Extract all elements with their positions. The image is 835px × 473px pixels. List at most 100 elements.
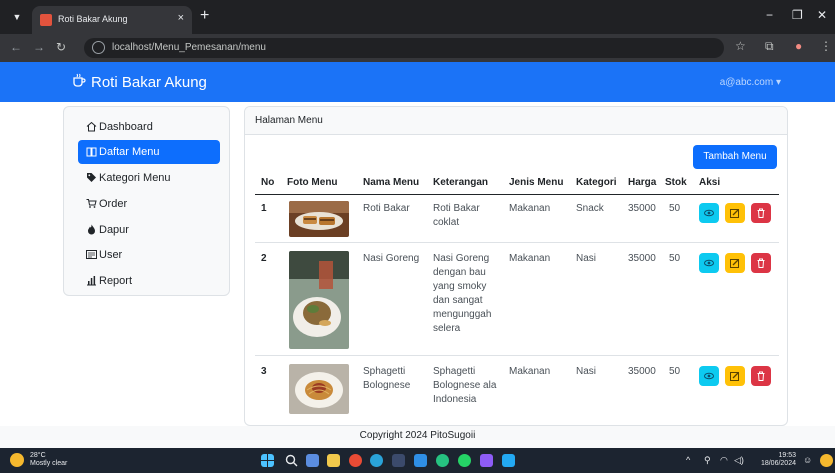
column-header: Harga (628, 177, 657, 188)
sidebar-item-user[interactable]: User (78, 243, 220, 267)
column-header: Stok (665, 177, 687, 188)
menu-name: Sphagetti Bolognese (363, 366, 411, 391)
sidebar-item-label: User (99, 249, 123, 261)
tab-close-icon[interactable]: × (178, 12, 184, 24)
sidebar-item-label: Daftar Menu (99, 146, 160, 158)
menu-photo (289, 201, 349, 237)
tab-title: Roti Bakar Akung (58, 14, 128, 24)
sidebar-item-daftar-menu[interactable]: Daftar Menu (78, 140, 220, 164)
sidebar: Dashboard Daftar Menu Kategori Menu Orde… (63, 106, 230, 296)
spotify-icon[interactable] (436, 454, 449, 467)
copyright-text: Copyright 2024 PitoSugoii (359, 430, 476, 441)
edit-icon (730, 259, 739, 268)
row-number: 1 (261, 203, 267, 214)
sidebar-item-kategori-menu[interactable]: Kategori Menu (78, 166, 220, 190)
trash-icon (757, 258, 765, 268)
copilot-icon[interactable] (820, 454, 833, 467)
brand-title[interactable]: Roti Bakar Akung (91, 74, 207, 91)
trash-icon (757, 371, 765, 381)
site-info-icon[interactable] (92, 41, 105, 54)
bookmark-star-icon[interactable]: ☆ (735, 39, 746, 53)
sidebar-item-label: Dashboard (99, 121, 153, 133)
chrome-icon[interactable] (349, 454, 362, 467)
edit-button[interactable] (725, 203, 745, 223)
row-number: 3 (261, 366, 267, 377)
url-input[interactable]: localhost/Menu_Pemesanan/menu (84, 38, 724, 58)
back-icon[interactable]: ← (10, 40, 22, 54)
card-header: Halaman Menu (245, 107, 787, 135)
edit-button[interactable] (725, 366, 745, 386)
whatsapp-icon[interactable] (458, 454, 471, 467)
eye-icon (704, 372, 714, 380)
menu-price: 35000 (628, 203, 656, 214)
browser-menu-icon[interactable]: ⋮ (820, 39, 832, 53)
weather-temperature: 28°C (30, 452, 46, 459)
tab-search-icon[interactable]: ▼ (8, 9, 26, 25)
column-header: Keterangan (433, 177, 489, 188)
cart-icon (86, 199, 97, 208)
sidebar-item-dapur[interactable]: Dapur (78, 218, 220, 242)
windows-start-icon[interactable] (261, 454, 274, 467)
extensions-icon[interactable]: ⧉ (765, 39, 774, 54)
file-explorer-icon[interactable] (327, 454, 340, 467)
menu-stock: 50 (669, 253, 681, 264)
address-bar-row: ← → ↻ localhost/Menu_Pemesanan/menu ☆ ⧉ … (0, 34, 835, 62)
chart-icon (87, 276, 96, 286)
notification-icon[interactable]: ☺ (803, 455, 812, 465)
calculator-icon[interactable] (392, 454, 405, 467)
sidebar-item-report[interactable]: Report (78, 269, 220, 293)
os-taskbar: 28°C Mostly clear ^ ⚲ ◠ ◁) 19:53 18/06/2… (0, 448, 835, 473)
weather-moon-icon[interactable] (10, 453, 24, 467)
delete-button[interactable] (751, 366, 771, 386)
taskbar-clock[interactable]: 19:53 18/06/2024 (752, 452, 796, 468)
wifi-icon[interactable]: ◠ (720, 455, 728, 466)
menu-name: Roti Bakar (363, 203, 410, 214)
new-tab-icon[interactable]: + (200, 7, 209, 25)
profile-icon[interactable]: ● (795, 39, 802, 53)
column-header: Kategori (576, 177, 617, 188)
clock-time: 19:53 (778, 452, 796, 459)
page-footer: Copyright 2024 PitoSugoii (0, 426, 835, 448)
tray-usb-icon[interactable]: ⚲ (704, 455, 711, 466)
browser-tab[interactable]: Roti Bakar Akung × (32, 6, 192, 34)
sidebar-item-dashboard[interactable]: Dashboard (78, 115, 220, 139)
add-menu-button[interactable]: Tambah Menu (693, 145, 777, 169)
forward-icon[interactable]: → (33, 40, 45, 54)
menu-description: Sphagetti Bolognese ala Indonesia (433, 366, 497, 405)
edit-icon (730, 372, 739, 381)
row-number: 2 (261, 253, 267, 264)
edit-button[interactable] (725, 253, 745, 273)
delete-button[interactable] (751, 203, 771, 223)
user-dropdown[interactable]: a@abc.com ▾ (720, 77, 781, 88)
menu-type: Makanan (509, 253, 551, 264)
menu-stock: 50 (669, 203, 681, 214)
task-view-icon[interactable] (306, 454, 319, 467)
sidebar-item-order[interactable]: Order (78, 192, 220, 216)
column-header: Aksi (699, 177, 721, 188)
volume-icon[interactable]: ◁) (734, 455, 744, 466)
restore-icon[interactable]: ❐ (792, 8, 803, 22)
reload-icon[interactable]: ↻ (56, 40, 66, 54)
weather-widget[interactable]: 28°C Mostly clear (30, 452, 67, 468)
search-icon[interactable] (285, 454, 298, 467)
app-navbar: Roti Bakar Akung a@abc.com ▾ (0, 62, 835, 102)
tray-chevron-icon[interactable]: ^ (686, 455, 690, 465)
visual-studio-icon[interactable] (480, 454, 493, 467)
edge-icon[interactable] (370, 454, 383, 467)
menu-type: Makanan (509, 366, 551, 377)
menu-category: Nasi (576, 253, 597, 264)
view-button[interactable] (699, 253, 719, 273)
browser-tab-bar: ▼ Roti Bakar Akung × + − ❐ ✕ (0, 0, 835, 34)
view-button[interactable] (699, 366, 719, 386)
view-button[interactable] (699, 203, 719, 223)
delete-button[interactable] (751, 253, 771, 273)
mail-icon[interactable] (414, 454, 427, 467)
minimize-icon[interactable]: − (766, 8, 773, 22)
menu-name: Nasi Goreng (363, 253, 420, 264)
coffee-cup-icon (73, 73, 86, 87)
column-header: Foto Menu (287, 177, 338, 188)
menu-stock: 50 (669, 366, 681, 377)
vscode-icon[interactable] (502, 454, 515, 467)
edit-icon (730, 209, 739, 218)
window-close-icon[interactable]: ✕ (817, 8, 827, 22)
